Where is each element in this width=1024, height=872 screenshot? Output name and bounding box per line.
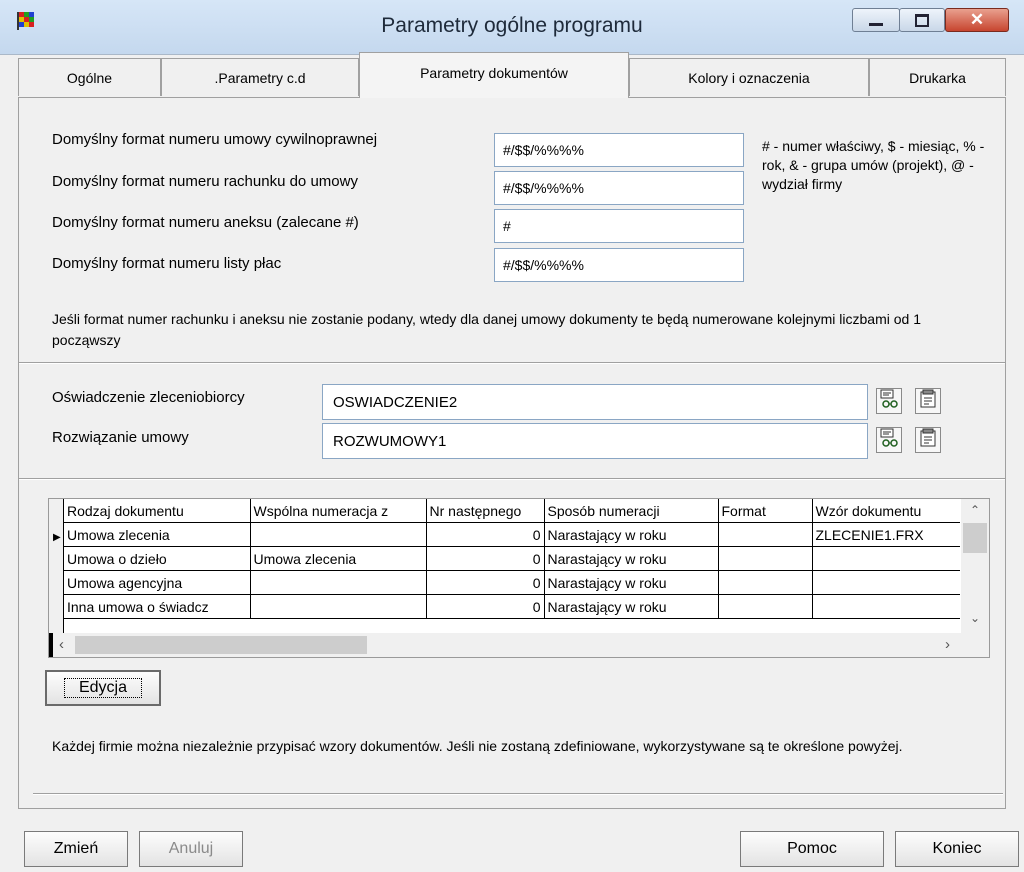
cell[interactable]: 0 (426, 546, 545, 571)
tab-parametry-dokumentow[interactable]: Parametry dokumentów (359, 52, 629, 98)
column-header[interactable]: Nr następnego (426, 499, 545, 523)
minimize-button[interactable] (852, 8, 900, 32)
cell[interactable] (812, 546, 960, 571)
cell[interactable]: Narastający w roku (544, 546, 719, 571)
cell[interactable]: 0 (426, 522, 545, 547)
row-header-column: ▶ (49, 499, 64, 633)
title-bar[interactable]: Parametry ogólne programu ✕ (0, 0, 1024, 55)
tab-kolory[interactable]: Kolory i oznaczenia (629, 58, 869, 96)
cell[interactable]: 0 (426, 594, 545, 619)
documents-grid[interactable]: ▶ Rodzaj dokumentu Wspólna numeracja z N… (48, 498, 990, 658)
tab-drukarka[interactable]: Drukarka (869, 58, 1006, 96)
minimize-icon (869, 22, 883, 26)
horizontal-scrollbar[interactable]: ‹ › (49, 633, 989, 657)
statement-label: Oświadczenie zleceniobiorcy (52, 389, 245, 406)
glasses-icon (879, 389, 899, 413)
column-header[interactable]: Wspólna numeracja z (250, 499, 427, 523)
tab-ogolne[interactable]: Ogólne (18, 58, 161, 96)
row-marker (49, 633, 53, 657)
termination-input[interactable]: ROZWUMOWY1 (322, 423, 868, 459)
footer-note: Każdej firmie można niezależnie przypisa… (52, 738, 903, 754)
cell[interactable]: Umowa agencyjna (64, 570, 251, 595)
cell[interactable] (250, 522, 427, 547)
cell[interactable]: Narastający w roku (544, 594, 719, 619)
statement-pick-button[interactable] (876, 388, 902, 414)
termination-pick-button[interactable] (876, 427, 902, 453)
maximize-button[interactable] (899, 8, 945, 32)
divider (19, 478, 1005, 480)
cell[interactable] (812, 594, 960, 619)
cell[interactable] (718, 546, 813, 571)
cell[interactable]: Inna umowa o świadcz (64, 594, 251, 619)
properties-icon (918, 428, 938, 452)
cell[interactable] (250, 594, 427, 619)
current-row-icon: ▶ (53, 532, 61, 543)
vertical-scrollbar[interactable]: ⌃ ⌄ (961, 499, 989, 633)
cell[interactable] (812, 570, 960, 595)
table-row[interactable]: Umowa o dzieło Umowa zlecenia 0 Narastaj… (64, 546, 960, 571)
exit-button[interactable]: Koniec (895, 831, 1019, 867)
chevron-right-icon[interactable]: › (945, 636, 950, 653)
grid-table: Rodzaj dokumentu Wspólna numeracja z Nr … (64, 499, 960, 619)
cell[interactable]: Narastający w roku (544, 570, 719, 595)
cell[interactable] (718, 522, 813, 547)
statement-input[interactable]: OSWIADCZENIE2 (322, 384, 868, 420)
cell[interactable]: 0 (426, 570, 545, 595)
table-row[interactable]: Inna umowa o świadcz 0 Narastający w rok… (64, 594, 960, 619)
column-header[interactable]: Rodzaj dokumentu (64, 499, 251, 523)
termination-label: Rozwiązanie umowy (52, 429, 189, 446)
table-row[interactable]: Umowa agencyjna 0 Narastający w roku (64, 570, 960, 595)
grid-header-row: Rodzaj dokumentu Wspólna numeracja z Nr … (64, 499, 960, 523)
cell[interactable]: Umowa o dzieło (64, 546, 251, 571)
column-header[interactable]: Wzór dokumentu (812, 499, 960, 523)
cancel-button-label: Anuluj (168, 840, 214, 857)
help-button[interactable]: Pomoc (740, 831, 884, 867)
maximize-icon (915, 13, 929, 27)
format-contract-input[interactable]: #/$$/%%%% (494, 133, 744, 167)
divider (33, 793, 1003, 795)
format-annex-input[interactable]: # (494, 209, 744, 243)
properties-icon (918, 389, 938, 413)
exit-button-label: Koniec (932, 840, 982, 857)
cell[interactable] (250, 570, 427, 595)
edit-button-label: Edycja (63, 678, 143, 698)
table-row[interactable]: Umowa zlecenia 0 Narastający w roku ZLEC… (64, 522, 960, 547)
column-header[interactable]: Format (718, 499, 813, 523)
cell[interactable]: ZLECENIE1.FRX (812, 522, 960, 547)
format-label-contract: Domyślny format numeru umowy cywilnopraw… (52, 131, 378, 148)
change-button[interactable]: Zmień (24, 831, 128, 867)
format-label-invoice: Domyślny format numeru rachunku do umowy (52, 173, 358, 190)
edit-button[interactable]: Edycja (45, 670, 161, 706)
tab-parametry-cd[interactable]: .Parametry c.d (161, 58, 359, 96)
help-button-label: Pomoc (787, 840, 837, 857)
chevron-up-icon[interactable]: ⌃ (970, 503, 980, 517)
format-invoice-input[interactable]: #/$$/%%%% (494, 171, 744, 205)
change-button-label: Zmień (53, 840, 99, 857)
cell[interactable]: Narastający w roku (544, 522, 719, 547)
close-button[interactable]: ✕ (945, 8, 1009, 32)
close-icon: ✕ (969, 10, 985, 29)
format-label-payroll: Domyślny format numeru listy płac (52, 255, 282, 272)
glasses-icon (879, 428, 899, 452)
cell[interactable]: Umowa zlecenia (250, 546, 427, 571)
format-legend: # - numer właściwy, $ - miesiąc, % - rok… (762, 138, 985, 192)
cell[interactable] (718, 570, 813, 595)
scroll-thumb[interactable] (75, 636, 367, 654)
cell[interactable] (718, 594, 813, 619)
column-header[interactable]: Sposób numeracji (544, 499, 719, 523)
format-label-annex: Domyślny format numeru aneksu (zalecane … (52, 214, 359, 231)
cancel-button[interactable]: Anuluj (139, 831, 243, 867)
statement-edit-button[interactable] (915, 388, 941, 414)
format-payroll-input[interactable]: #/$$/%%%% (494, 248, 744, 282)
scroll-thumb[interactable] (963, 523, 987, 553)
chevron-left-icon[interactable]: ‹ (59, 636, 64, 653)
termination-edit-button[interactable] (915, 427, 941, 453)
cell[interactable]: Umowa zlecenia (64, 522, 251, 547)
chevron-down-icon[interactable]: ⌄ (970, 611, 980, 625)
divider (19, 362, 1005, 364)
format-note: Jeśli format numer rachunku i aneksu nie… (52, 311, 921, 348)
